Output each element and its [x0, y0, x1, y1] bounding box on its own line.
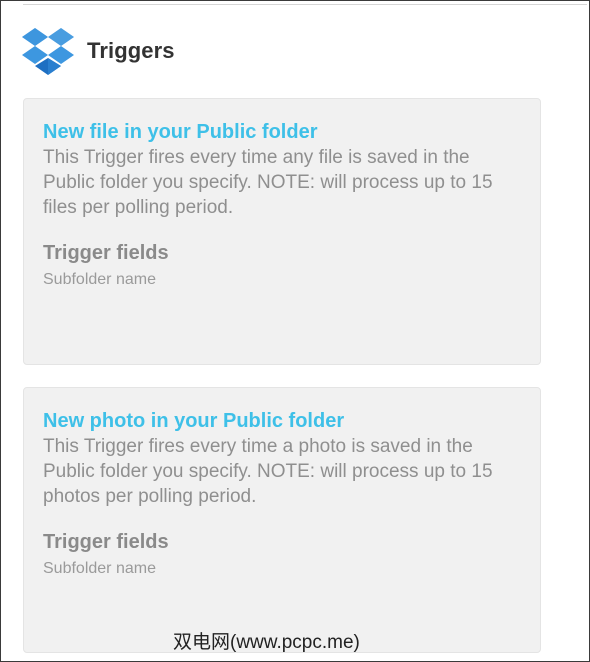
trigger-description: This Trigger fires every time a photo is…: [43, 436, 493, 507]
section-header: Triggers: [21, 25, 175, 77]
trigger-fields-heading: Trigger fields: [43, 531, 169, 553]
trigger-field-item: Subfolder name: [43, 560, 156, 577]
trigger-description: This Trigger fires every time any file i…: [43, 147, 493, 218]
watermark: 双电网(www.pcpc.me): [173, 632, 360, 653]
trigger-card: New file in your Public folder This Trig…: [23, 98, 541, 365]
section-title: Triggers: [87, 38, 175, 63]
dropbox-logo-icon: [22, 28, 74, 75]
trigger-title-link[interactable]: New photo in your Public folder: [43, 408, 520, 434]
trigger-field-item: Subfolder name: [43, 271, 156, 288]
divider: [23, 4, 587, 5]
page-frame: Triggers New file in your Public folder …: [0, 0, 590, 662]
trigger-fields-heading: Trigger fields: [43, 242, 169, 264]
trigger-title-link[interactable]: New file in your Public folder: [43, 119, 520, 145]
trigger-card: New photo in your Public folder This Tri…: [23, 387, 541, 653]
